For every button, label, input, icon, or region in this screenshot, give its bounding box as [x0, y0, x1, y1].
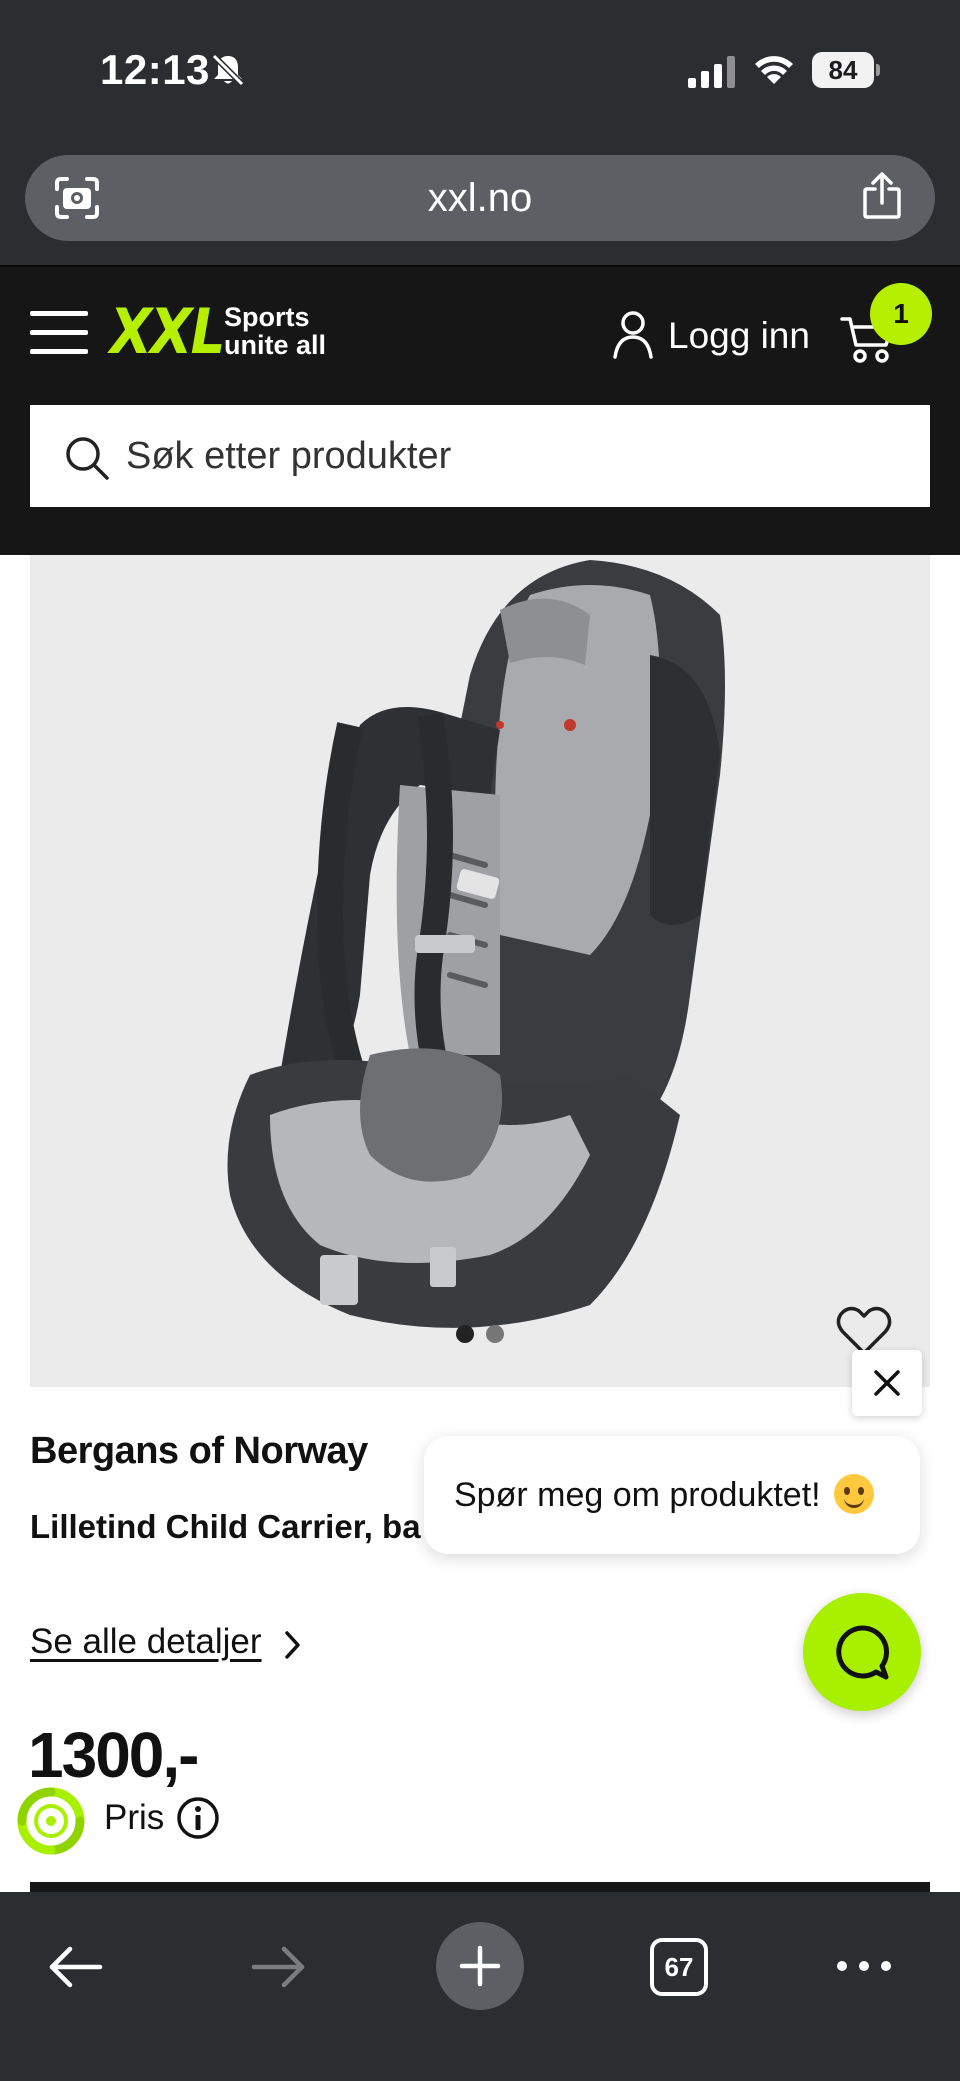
hamburger-menu-icon[interactable] [30, 311, 88, 355]
see-all-details-link[interactable]: Se alle detaljer [30, 1622, 262, 1662]
site-header: XXL Sports unite all Logg inn 1 [0, 265, 960, 555]
tab-switcher-button[interactable]: 67 [650, 1938, 708, 1996]
section-divider [30, 1882, 930, 1892]
chat-prompt: Spør meg om produktet! [454, 1436, 875, 1554]
search-icon [66, 437, 109, 480]
chat-bubble-icon [836, 1625, 890, 1680]
chat-prompt-bubble[interactable]: Spør meg om produktet! [424, 1436, 920, 1554]
page: 12:13 84 xxl.no XXL Sports unite all Log… [0, 0, 960, 2081]
chat-prompt-text: Spør meg om produktet! [454, 1476, 821, 1514]
logo-tagline: Sports unite all [224, 303, 326, 359]
carousel-dot-2[interactable] [486, 1325, 504, 1343]
close-icon [874, 1370, 900, 1396]
search-input[interactable] [126, 405, 906, 507]
plus-icon [459, 1945, 501, 1987]
status-bar: 12:13 84 [0, 0, 960, 145]
sustainability-badge-icon[interactable] [16, 1786, 86, 1856]
xxl-logo[interactable]: XXL [110, 297, 225, 367]
cellular-signal-icon [688, 56, 735, 88]
tagline-line1: Sports [224, 302, 310, 332]
carousel-dots [30, 1325, 930, 1349]
smiley-emoji-icon [834, 1474, 875, 1514]
more-options-icon[interactable] [834, 1954, 894, 1978]
battery-level: 84 [812, 52, 874, 88]
url-text: xxl.no [427, 176, 533, 220]
chevron-right-icon [285, 1631, 300, 1659]
product-price: 1300,- [28, 1719, 199, 1791]
share-icon[interactable] [861, 171, 903, 221]
back-arrow-icon[interactable] [46, 1942, 106, 1992]
search-box[interactable] [30, 405, 930, 507]
product-photo-child-carrier [227, 560, 725, 1328]
user-icon[interactable] [612, 309, 654, 359]
info-icon[interactable] [176, 1796, 220, 1840]
battery-cap [876, 64, 880, 76]
bell-muted-icon [211, 53, 245, 87]
login-link[interactable]: Logg inn [668, 315, 810, 357]
product-title: Lilletind Child Carrier, ba [30, 1508, 421, 1545]
product-brand[interactable]: Bergans of Norway [30, 1430, 368, 1473]
chat-close-button[interactable] [852, 1350, 922, 1416]
wifi-icon [755, 56, 793, 84]
product-image-carousel[interactable] [30, 555, 930, 1387]
browser-url-area: xxl.no [0, 145, 960, 265]
price-label: Pris [104, 1798, 165, 1837]
tagline-line2: unite all [224, 330, 327, 360]
new-tab-button[interactable] [436, 1922, 524, 2010]
browser-toolbar: 67 [0, 1892, 960, 2081]
forward-arrow-icon[interactable] [248, 1942, 308, 1992]
battery-indicator: 84 [812, 52, 880, 88]
address-bar[interactable]: xxl.no [25, 155, 935, 241]
chat-launcher-button[interactable] [803, 1593, 921, 1711]
cart-count-badge[interactable]: 1 [870, 283, 932, 345]
carousel-dot-1[interactable] [456, 1325, 474, 1343]
status-time: 12:13 [100, 46, 210, 93]
